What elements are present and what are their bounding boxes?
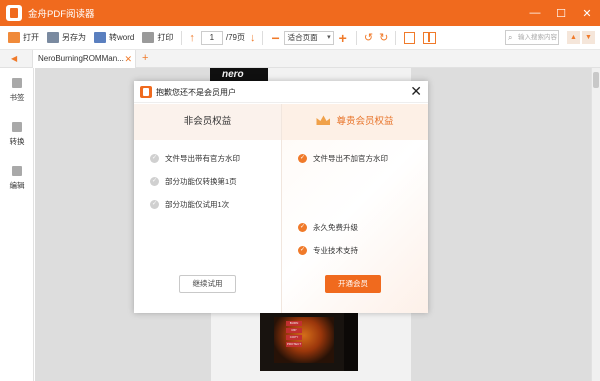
app-logo-icon xyxy=(6,5,22,21)
close-dialog-icon[interactable]: ✕ xyxy=(410,83,422,100)
free-feature-item: ✓ 部分功能仅试用1次 xyxy=(150,199,229,210)
sidebar-item-label: 编辑 xyxy=(9,181,25,190)
continue-trial-button[interactable]: 继续试用 xyxy=(179,275,236,293)
vip-feature-text: 永久免费升级 xyxy=(313,223,358,232)
check-icon: ✓ xyxy=(298,223,307,232)
vip-feature-item: ✓ 专业技术支持 xyxy=(298,245,358,256)
edit-icon xyxy=(12,166,22,176)
save-as-label: 另存为 xyxy=(62,33,86,42)
free-benefits-header: 非会员权益 xyxy=(134,104,281,140)
maximize-button[interactable]: ☐ xyxy=(548,0,574,26)
vip-benefits-header: 尊贵会员权益 xyxy=(282,104,428,140)
app-logo-icon xyxy=(140,86,152,98)
check-icon: ✓ xyxy=(150,177,159,186)
print-label: 打印 xyxy=(157,33,174,42)
save-as-button[interactable]: 另存为 xyxy=(43,28,90,48)
dialog-header: 抱歉您还不是会员用户 ✕ xyxy=(134,81,428,103)
vip-feature-text: 文件导出不加官方水印 xyxy=(313,154,388,163)
title-bar: 金舟PDF阅读器 — ☐ ✕ xyxy=(0,0,600,26)
free-feature-item: ✓ 部分功能仅转换第1页 xyxy=(150,176,237,187)
tab-document[interactable]: NeroBurningROMMan... ✕ xyxy=(32,50,136,68)
check-icon: ✓ xyxy=(298,246,307,255)
next-page-arrow-icon[interactable]: ↓ xyxy=(247,32,259,44)
rotate-left-icon[interactable]: ↺ xyxy=(361,31,376,44)
tab-bar: ◀ NeroBurningROMMan... ✕ + xyxy=(0,50,600,68)
free-feature-text: 部分功能仅转换第1页 xyxy=(165,177,237,186)
single-page-view-icon[interactable] xyxy=(404,31,416,44)
rotate-right-icon[interactable]: ↻ xyxy=(376,31,391,44)
sidebar-item-label: 转换 xyxy=(9,137,25,146)
open-membership-button[interactable]: 开通会员 xyxy=(325,275,381,293)
prev-page-arrow-icon[interactable]: ↑ xyxy=(186,32,198,44)
new-tab-icon[interactable]: + xyxy=(142,52,148,64)
vip-feature-text: 专业技术支持 xyxy=(313,246,358,255)
vip-feature-item: ✓ 永久免费升级 xyxy=(298,222,358,233)
to-word-label: 转word xyxy=(109,33,135,42)
check-icon: ✓ xyxy=(150,154,159,163)
page-total: /79页 xyxy=(225,33,245,42)
save-as-icon xyxy=(47,32,59,43)
minimize-button[interactable]: — xyxy=(522,0,548,26)
vip-header-label: 尊贵会员权益 xyxy=(336,116,394,127)
collapse-sidebar-icon[interactable]: ◀ xyxy=(11,54,17,63)
convert-icon xyxy=(12,122,22,132)
crown-icon xyxy=(316,115,331,126)
window-controls: — ☐ ✕ xyxy=(522,0,600,26)
sidebar-item-bookmark[interactable]: 书签 xyxy=(0,78,34,103)
word-icon xyxy=(94,32,106,43)
open-label: 打开 xyxy=(23,33,39,42)
printer-icon xyxy=(142,32,155,43)
tab-label: NeroBurningROMMan... xyxy=(38,54,124,63)
free-feature-text: 部分功能仅试用1次 xyxy=(165,200,230,209)
close-tab-icon[interactable]: ✕ xyxy=(124,50,132,68)
print-button[interactable]: 打印 xyxy=(138,28,177,48)
free-feature-item: ✓ 文件导出带有官方水印 xyxy=(150,153,240,164)
folder-icon xyxy=(8,32,20,43)
toolbar: 打开 另存为 转word 打印 ↑ 1 /79页 ↓ − 适合页面 + ↺ ↻ … xyxy=(0,26,600,50)
search-icon: ⌕ xyxy=(508,33,513,42)
membership-dialog: 抱歉您还不是会员用户 ✕ 非会员权益 尊贵会员权益 ✓ 文件导出带有官方水印 ✓… xyxy=(134,81,428,313)
toolbar-divider xyxy=(395,30,397,45)
search-prev-button[interactable]: ▲ xyxy=(567,31,580,44)
toolbar-divider xyxy=(262,30,264,45)
dialog-title: 抱歉您还不是会员用户 xyxy=(156,88,236,97)
vip-feature-item: ✓ 文件导出不加官方水印 xyxy=(298,153,388,164)
check-icon: ✓ xyxy=(298,154,307,163)
toolbar-divider xyxy=(181,30,183,45)
left-sidebar: 书签 转换 编辑 xyxy=(0,68,34,381)
zoom-mode-select[interactable]: 适合页面 xyxy=(283,30,334,45)
close-window-button[interactable]: ✕ xyxy=(574,0,600,26)
zoom-out-icon[interactable]: − xyxy=(267,30,283,46)
check-icon: ✓ xyxy=(150,200,159,209)
search-input[interactable]: ⌕ 输入搜索内容 xyxy=(505,30,559,45)
bookmark-icon xyxy=(12,78,22,88)
search-next-button[interactable]: ▼ xyxy=(582,31,595,44)
sidebar-item-edit[interactable]: 编辑 xyxy=(0,166,34,191)
sidebar-item-label: 书签 xyxy=(9,93,25,102)
page-number-input[interactable]: 1 xyxy=(200,30,223,45)
free-feature-text: 文件导出带有官方水印 xyxy=(165,154,240,163)
double-page-view-icon[interactable] xyxy=(423,31,437,44)
toolbar-divider xyxy=(355,30,357,45)
vertical-scrollbar[interactable] xyxy=(591,68,600,381)
open-button[interactable]: 打开 xyxy=(4,28,43,48)
to-word-button[interactable]: 转word xyxy=(90,28,138,48)
sidebar-item-convert[interactable]: 转换 xyxy=(0,122,34,147)
zoom-in-icon[interactable]: + xyxy=(334,30,352,46)
search-placeholder: 输入搜索内容 xyxy=(518,34,557,41)
scrollbar-thumb[interactable] xyxy=(593,72,599,88)
app-title: 金舟PDF阅读器 xyxy=(28,9,95,20)
